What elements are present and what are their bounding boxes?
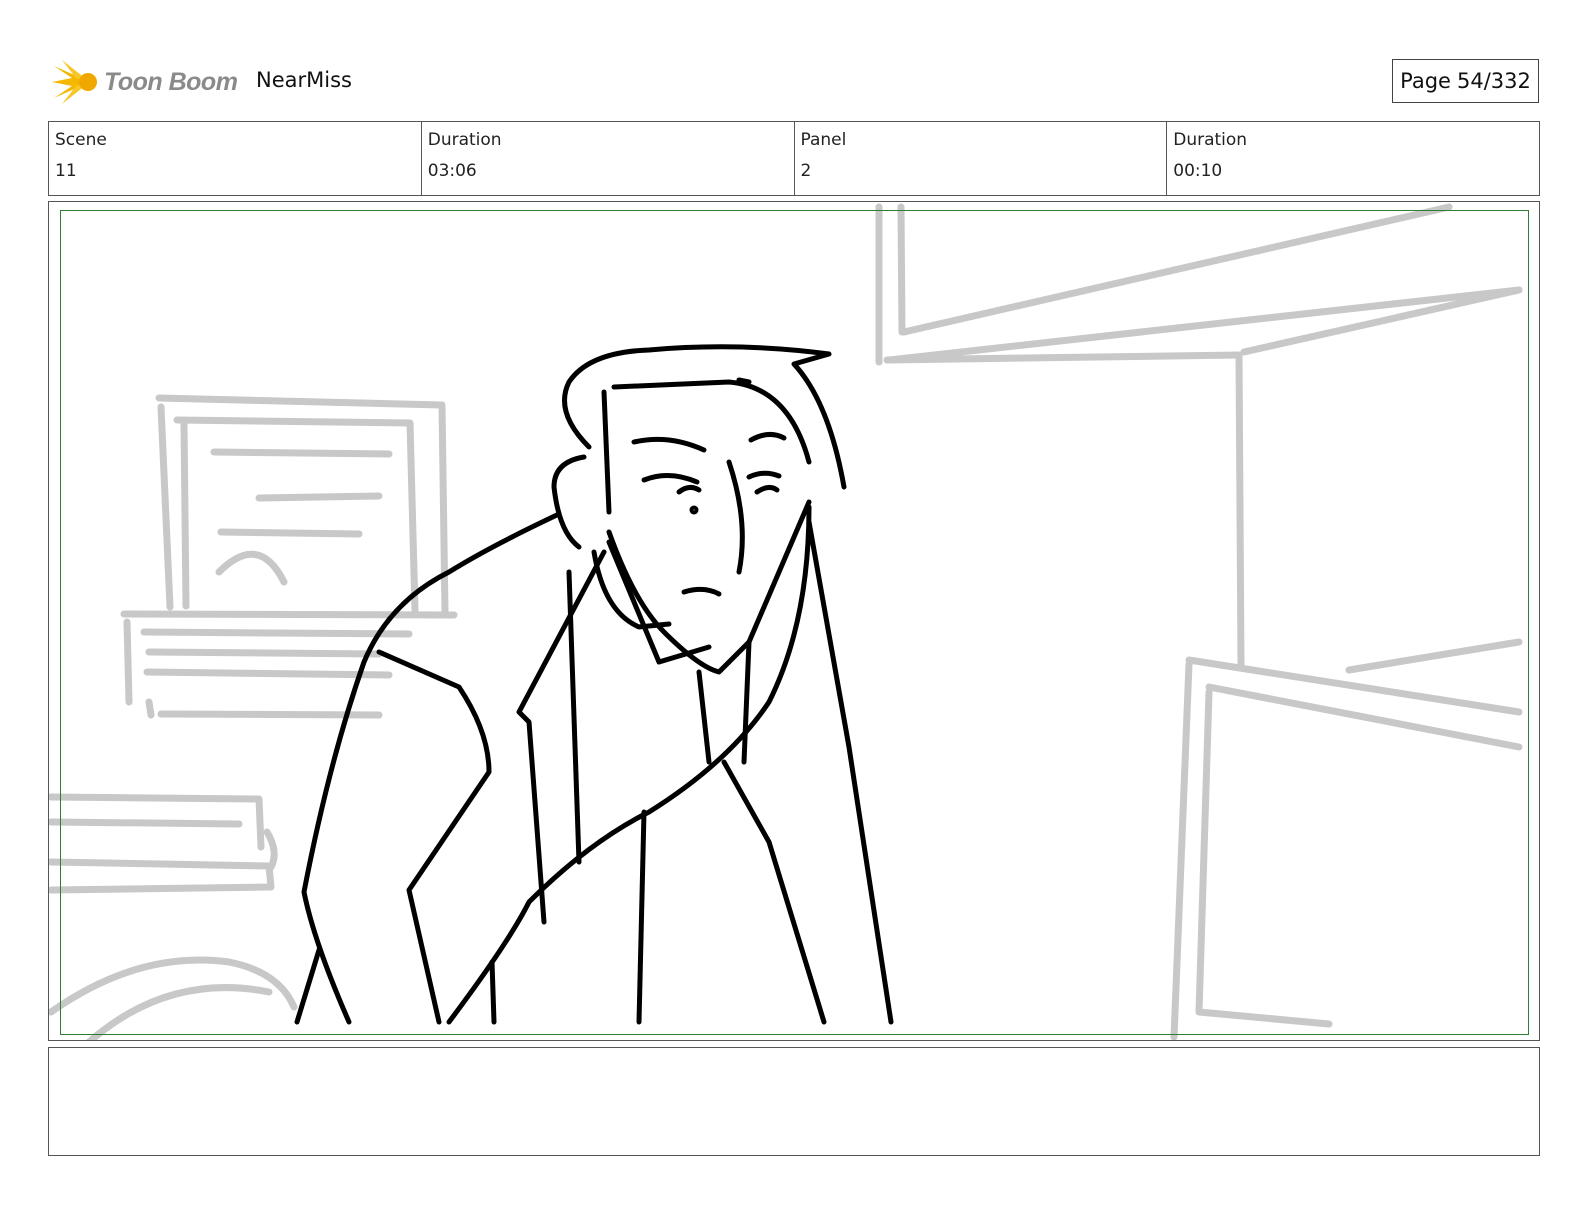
brand-name: Toon Boom bbox=[104, 67, 238, 96]
panel-cell: Panel 2 bbox=[795, 122, 1168, 195]
panel-sketch bbox=[49, 203, 1523, 1040]
storyboard-panel bbox=[48, 201, 1540, 1041]
scene-duration-label: Duration bbox=[427, 130, 502, 150]
background-sketch bbox=[49, 203, 1523, 1040]
logo-burst-icon bbox=[52, 60, 97, 104]
scene-cell: Scene 11 bbox=[49, 122, 422, 195]
panel-duration-label: Duration bbox=[1173, 130, 1248, 150]
page-indicator: Page 54/332 bbox=[1392, 59, 1539, 103]
panel-duration-cell: Duration 00:10 bbox=[1167, 122, 1539, 195]
page-number: 54/332 bbox=[1456, 69, 1531, 93]
panel-label: Panel bbox=[800, 130, 847, 150]
panel-duration-value: 00:10 bbox=[1173, 161, 1223, 181]
panel-value: 2 bbox=[800, 161, 812, 181]
toon-boom-logo: Toon Boom bbox=[50, 56, 238, 108]
project-title: NearMiss bbox=[256, 68, 352, 92]
scene-duration-value: 03:06 bbox=[427, 161, 477, 181]
page-label: Page bbox=[1400, 69, 1451, 93]
panel-info-table: Scene 11 Duration 03:06 Panel 2 Duration… bbox=[48, 121, 1540, 196]
scene-label: Scene bbox=[55, 130, 107, 150]
scene-value: 11 bbox=[55, 161, 77, 181]
dialogue-notes-box[interactable] bbox=[48, 1047, 1540, 1156]
character-sketch bbox=[294, 344, 894, 1025]
scene-duration-cell: Duration 03:06 bbox=[422, 122, 795, 195]
